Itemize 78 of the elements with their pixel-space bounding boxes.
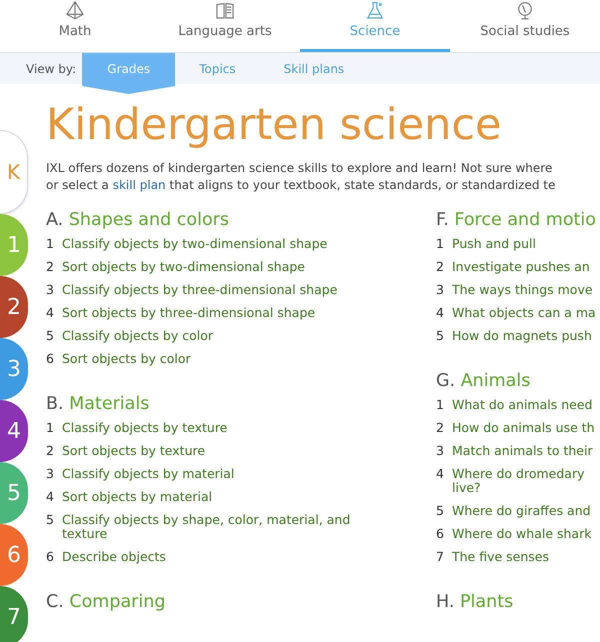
skill-number: 4 xyxy=(46,490,55,504)
skill-link[interactable]: Sort objects by texture xyxy=(62,444,206,458)
skill-link[interactable]: Classify objects by color xyxy=(62,329,214,343)
section-title: Plants xyxy=(460,592,514,612)
skill-number: 4 xyxy=(436,467,445,483)
skill-link[interactable]: Classify objects by material xyxy=(62,467,234,481)
skill-link[interactable]: Sort objects by color xyxy=(62,352,191,366)
skill-number: 3 xyxy=(46,467,55,481)
grade-tab[interactable]: 6 xyxy=(0,524,28,586)
section-letter: C. xyxy=(46,592,64,612)
skill-link[interactable]: How do animals use th xyxy=(452,421,595,435)
skill-number: 3 xyxy=(436,444,445,458)
grade-tab[interactable]: 4 xyxy=(0,400,28,462)
grade-tab[interactable]: 2 xyxy=(0,276,28,338)
skill-number: 6 xyxy=(46,550,55,564)
skill-link[interactable]: Where do giraffes and xyxy=(452,504,591,518)
section-title: Shapes and colors xyxy=(68,210,229,230)
skill-link[interactable]: Sort objects by two-dimensional shape xyxy=(62,260,305,274)
skill-number: 6 xyxy=(436,527,445,541)
page-title: Kindergarten science xyxy=(46,104,502,147)
skill-link[interactable]: Classify objects by shape, color, material, and texture xyxy=(62,513,372,541)
skill-number: 7 xyxy=(436,550,445,564)
skill-link[interactable]: How do magnets push xyxy=(452,329,592,343)
grade-tab[interactable]: 3 xyxy=(0,338,28,400)
section-title: Materials xyxy=(69,394,150,414)
skill-link[interactable]: The five senses xyxy=(452,550,549,564)
skill-number: 1 xyxy=(46,237,55,251)
skill-number: 5 xyxy=(46,513,55,529)
section-title: Comparing xyxy=(69,592,166,612)
section-letter: B. xyxy=(46,394,64,414)
skill-number: 3 xyxy=(46,283,55,297)
skill-link[interactable]: Match animals to their xyxy=(452,444,593,458)
section-title: Animals xyxy=(460,371,530,391)
skill-link[interactable]: What objects can a ma xyxy=(452,306,596,320)
pyramid-icon xyxy=(64,0,86,22)
section-letter: F. xyxy=(436,210,449,230)
section-letter: G. xyxy=(436,371,456,391)
subject-tab[interactable]: Language arts xyxy=(150,0,300,52)
view-by-tab[interactable]: Topics xyxy=(175,53,260,84)
skill-plan-link[interactable]: skill plan xyxy=(112,178,166,192)
skill-number: 2 xyxy=(46,260,55,274)
skill-number: 2 xyxy=(46,444,55,458)
skill-link[interactable]: Investigate pushes an xyxy=(452,260,590,274)
skill-number: 3 xyxy=(436,283,445,297)
skill-link[interactable]: Push and pull xyxy=(452,237,536,251)
grade-tab[interactable]: 7 xyxy=(0,586,28,642)
subject-tab[interactable]: Math xyxy=(0,0,150,52)
skill-link[interactable]: The ways things move xyxy=(452,283,593,297)
skill-number: 1 xyxy=(436,237,445,251)
skill-number: 5 xyxy=(436,329,445,343)
skill-link[interactable]: Where do whale shark xyxy=(452,527,592,541)
intro-text: IXL offers dozens of kindergarten science skills to explore and learn! Not sure where xyxy=(46,160,554,177)
view-by-tab[interactable]: Skill plans xyxy=(260,53,368,84)
skill-link[interactable]: Sort objects by three-dimensional shape xyxy=(62,306,316,320)
subject-tab[interactable]: Social studies xyxy=(450,0,600,52)
skill-link[interactable]: Classify objects by two-dimensional shape xyxy=(62,237,328,251)
skill-number: 4 xyxy=(46,306,55,320)
skill-link[interactable]: Where do dromedary live? xyxy=(452,467,585,495)
skill-number: 6 xyxy=(46,352,55,366)
skill-link[interactable]: Describe objects xyxy=(62,550,166,564)
skill-link[interactable]: What do animals need xyxy=(452,398,592,412)
skill-link[interactable]: Classify objects by three-dimensional shape xyxy=(62,283,338,297)
flask-icon xyxy=(364,0,386,22)
section-title: Force and motio xyxy=(454,210,596,230)
skill-number: 2 xyxy=(436,421,445,435)
skill-number: 1 xyxy=(46,421,55,435)
skill-number: 5 xyxy=(46,329,55,343)
book-icon xyxy=(214,0,236,22)
skill-link[interactable]: Classify objects by texture xyxy=(62,421,228,435)
skill-number: 5 xyxy=(436,504,445,518)
view-by-label: View by: xyxy=(25,60,78,78)
skill-number: 1 xyxy=(436,398,445,412)
intro-text: or select a skill plan that aligns to your textbook, state standards, or standardized te xyxy=(46,177,556,194)
skill-number: 2 xyxy=(436,260,445,274)
skill-link[interactable]: Sort objects by material xyxy=(62,490,212,504)
section-letter: A. xyxy=(46,210,64,230)
section-letter: H. xyxy=(436,592,454,612)
skill-number: 4 xyxy=(436,306,445,320)
